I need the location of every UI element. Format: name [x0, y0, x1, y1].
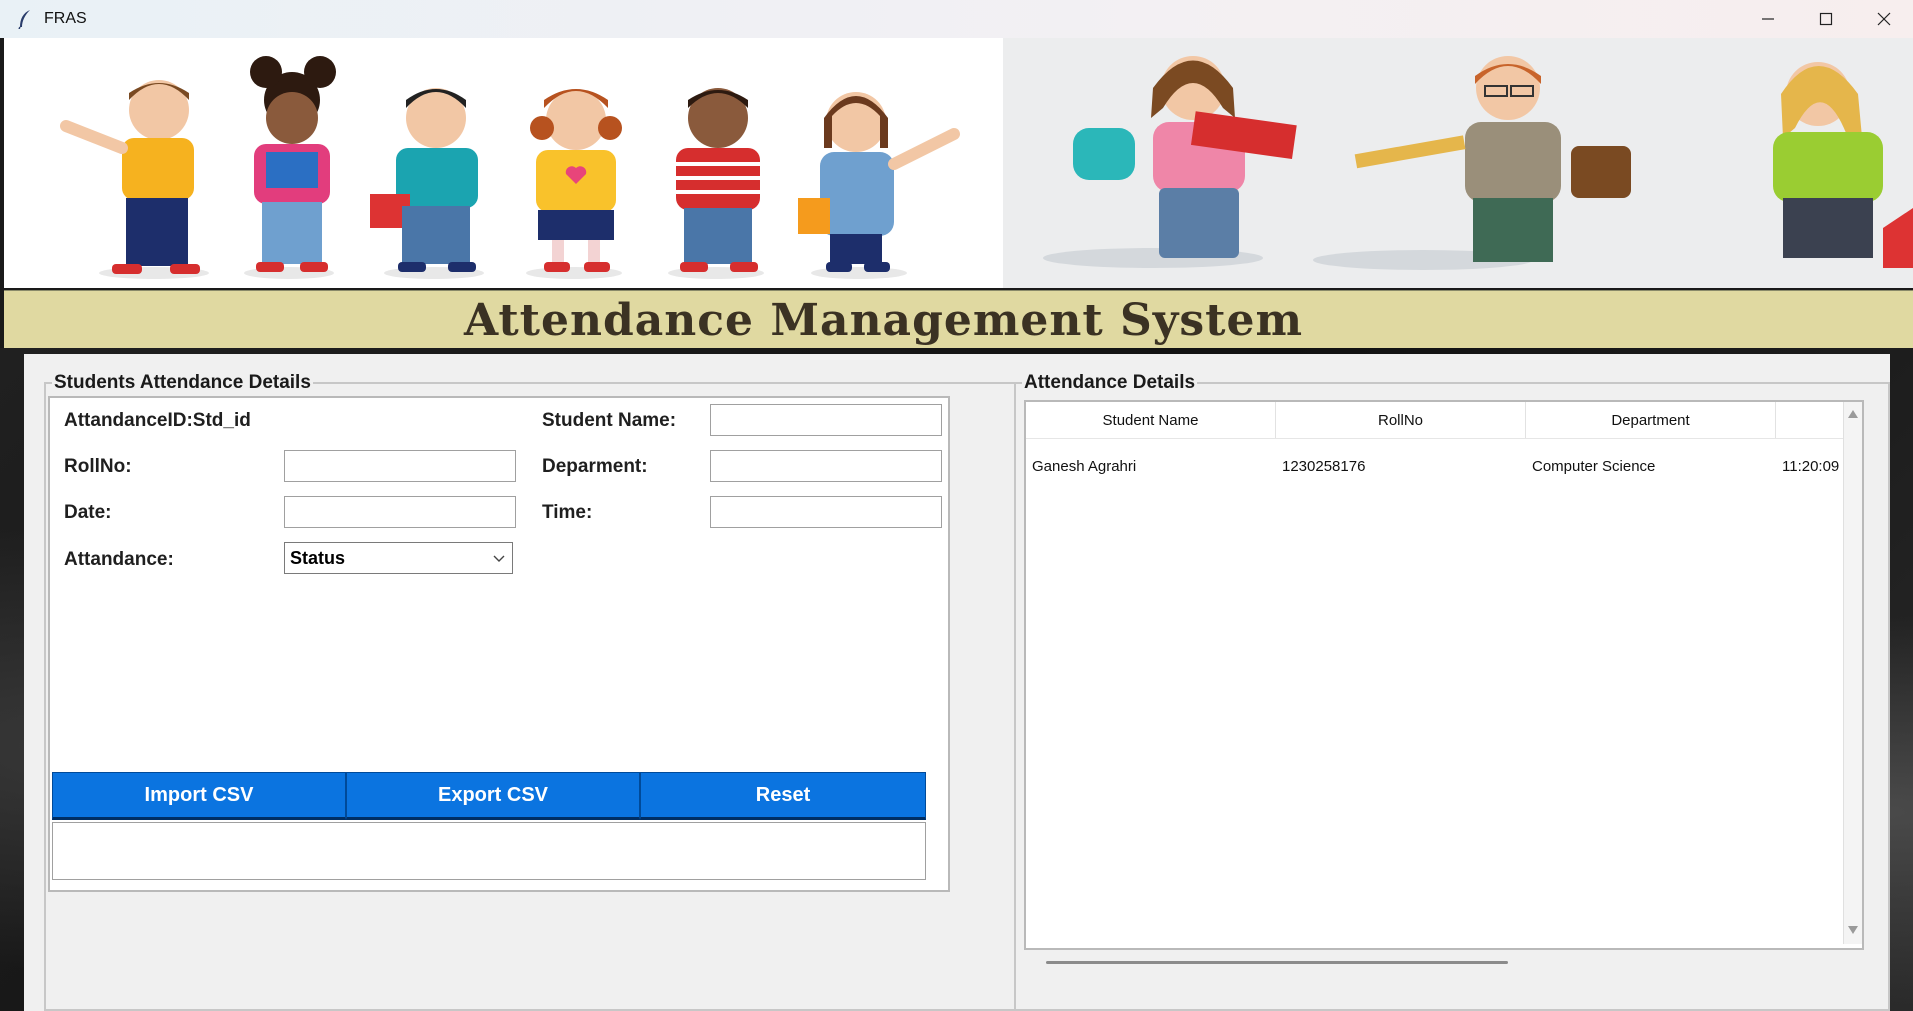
minimize-icon[interactable]: [1739, 0, 1797, 38]
page-title: Attendance Management System: [463, 294, 1303, 346]
window-title: FRAS: [44, 10, 87, 27]
cell-rollno: 1230258176: [1282, 458, 1366, 475]
horizontal-scroll-thumb[interactable]: [1046, 961, 1508, 964]
title-bar: FRAS: [0, 0, 1913, 38]
date-input[interactable]: [284, 496, 516, 528]
department-input[interactable]: [710, 450, 942, 482]
close-icon[interactable]: [1855, 0, 1913, 38]
attendance-label: Attandance:: [64, 549, 174, 570]
teachers-banner-image: [1003, 38, 1913, 288]
action-button-row: Import CSV Export CSV Reset: [52, 772, 928, 820]
reset-button[interactable]: Reset: [640, 772, 926, 820]
students-attendance-frame: Students Attendance Details AttandanceID…: [44, 372, 1018, 1011]
table-header: Student Name RollNo Department: [1026, 402, 1862, 439]
student-name-label: Student Name:: [542, 410, 677, 431]
feather-icon: [14, 8, 36, 30]
column-header-time[interactable]: [1776, 402, 1844, 438]
attendance-id-label: AttandanceID:Std_id: [64, 410, 251, 431]
attendance-status-value: Status: [290, 547, 346, 568]
time-input[interactable]: [710, 496, 942, 528]
department-label: Deparment:: [542, 456, 648, 477]
column-header-rollno[interactable]: RollNo: [1276, 402, 1526, 438]
maximize-icon[interactable]: [1797, 0, 1855, 38]
students-attendance-legend: Students Attendance Details: [52, 372, 313, 394]
export-csv-button[interactable]: Export CSV: [346, 772, 640, 820]
horizontal-scrollbar[interactable]: [1024, 956, 1860, 970]
chevron-down-icon: [492, 551, 506, 570]
rollno-label: RollNo:: [64, 456, 132, 477]
button-area-panel: [52, 822, 926, 880]
main-panel: Students Attendance Details AttandanceID…: [24, 354, 1890, 1011]
rollno-input[interactable]: [284, 450, 516, 482]
import-csv-button[interactable]: Import CSV: [52, 772, 346, 820]
student-name-input[interactable]: [710, 404, 942, 436]
date-label: Date:: [64, 502, 112, 523]
scroll-down-icon[interactable]: [1847, 922, 1859, 940]
attendance-status-select[interactable]: Status: [284, 542, 513, 574]
heading-band: Attendance Management System: [4, 290, 1913, 350]
column-header-student-name[interactable]: Student Name: [1026, 402, 1276, 438]
students-banner-image: [4, 38, 1003, 288]
vertical-scrollbar[interactable]: [1843, 402, 1862, 944]
attendance-table[interactable]: Student Name RollNo Department Ganesh Ag…: [1024, 400, 1864, 950]
table-row[interactable]: Ganesh Agrahri 1230258176 Computer Scien…: [1026, 458, 1856, 482]
attendance-details-frame: Attendance Details Student Name RollNo D…: [1014, 372, 1890, 1011]
attendance-details-legend: Attendance Details: [1022, 372, 1198, 394]
cell-department: Computer Science: [1532, 458, 1656, 475]
scroll-up-icon[interactable]: [1847, 406, 1859, 424]
time-label: Time:: [542, 502, 593, 523]
column-header-department[interactable]: Department: [1526, 402, 1776, 438]
cell-student-name: Ganesh Agrahri: [1032, 458, 1137, 475]
attendance-form: AttandanceID:Std_id Student Name: RollNo…: [48, 396, 950, 892]
